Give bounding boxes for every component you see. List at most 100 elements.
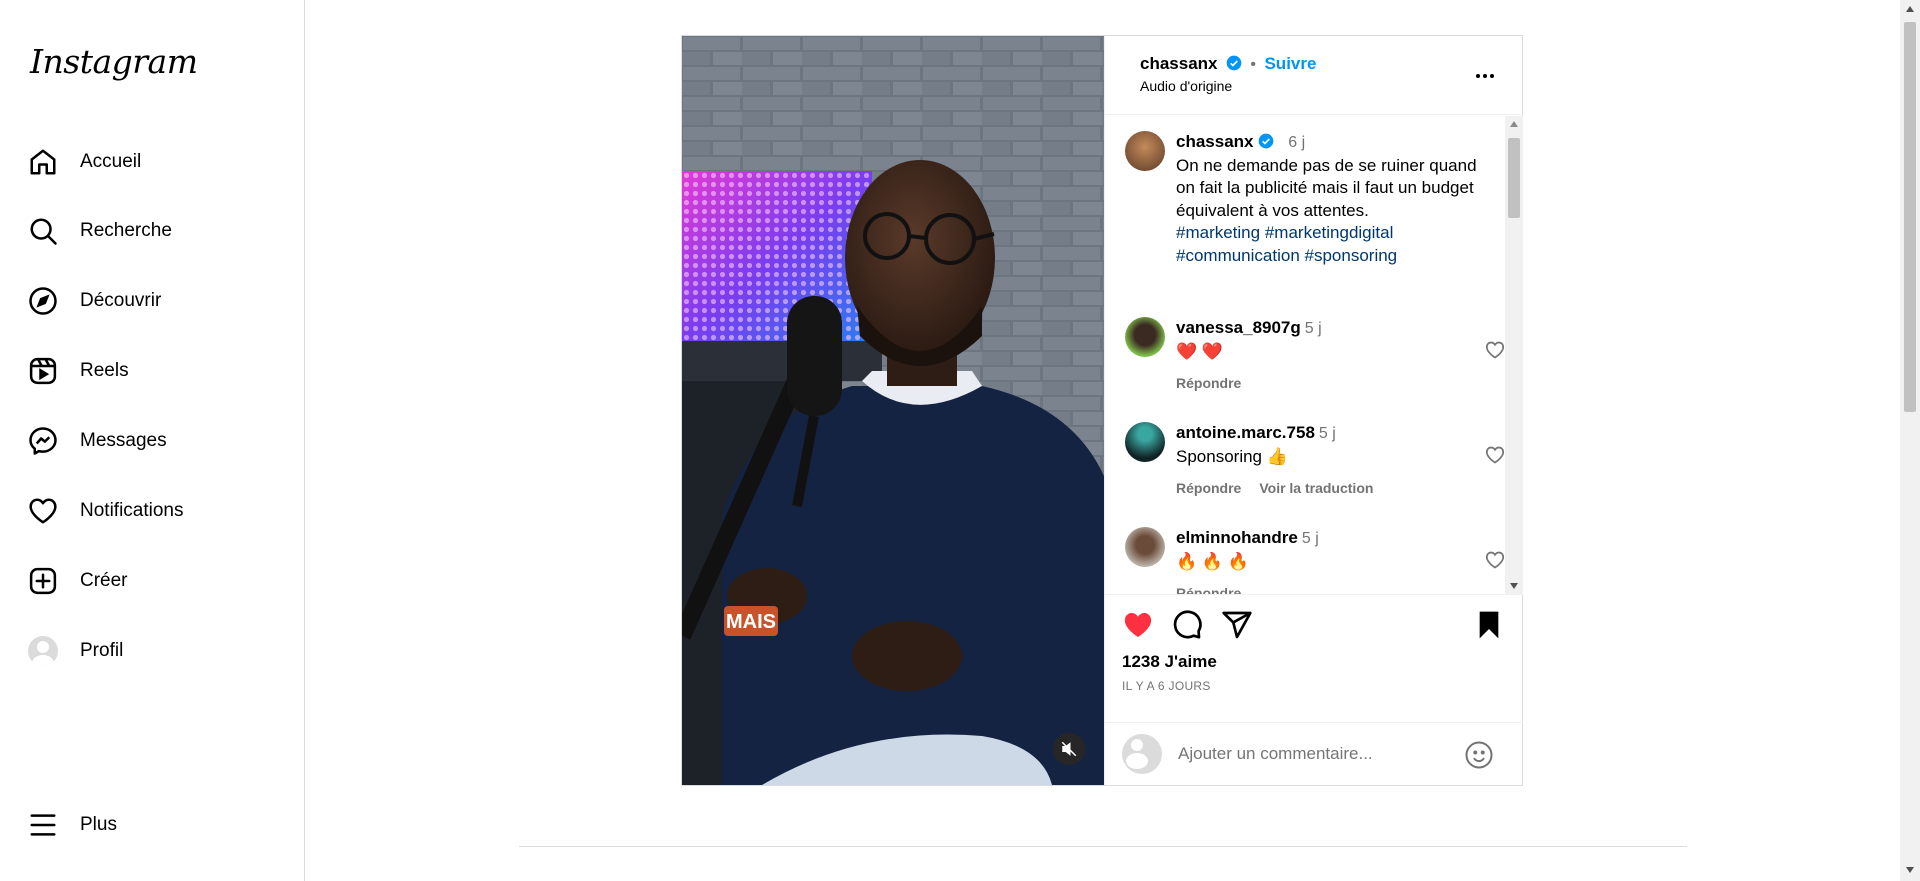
mute-button[interactable] — [1053, 733, 1085, 765]
comment-username[interactable]: elminnohandre — [1176, 528, 1298, 547]
comment-text-block: elminnohandre 5 j 🔥 🔥 🔥 Répondre — [1176, 527, 1491, 594]
author-avatar[interactable] — [1125, 131, 1165, 171]
sidebar-item-notifications[interactable]: Notifications — [28, 488, 288, 534]
comment-input[interactable] — [1178, 741, 1448, 767]
reply-button[interactable]: Répondre — [1176, 375, 1241, 391]
comment-text: ❤️ ❤️ — [1176, 341, 1224, 361]
current-user-avatar — [1122, 734, 1162, 774]
avatar — [28, 636, 58, 666]
page-scrollbar[interactable] — [1900, 0, 1920, 881]
verified-badge-icon — [1258, 133, 1273, 149]
emoji-icon[interactable] — [1464, 740, 1494, 770]
search-icon — [30, 218, 57, 245]
comment-item: antoine.marc.758 5 j Sponsoring 👍 Répondr… — [1125, 422, 1505, 502]
scroll-up-arrow-icon[interactable] — [1906, 6, 1914, 12]
sidebar-item-profil[interactable]: Profil — [28, 628, 288, 674]
saved-bookmark-icon[interactable] — [1473, 609, 1505, 641]
reply-button[interactable]: Répondre — [1176, 585, 1241, 594]
comment-time: 5 j — [1301, 530, 1319, 547]
comment-text: Sponsoring 👍 — [1176, 446, 1288, 466]
sidebar-item-reels[interactable]: Reels — [28, 348, 288, 394]
compass-icon — [29, 287, 57, 315]
scroll-down-arrow-icon[interactable] — [1906, 867, 1914, 873]
sidebar-item-label: Créer — [80, 570, 128, 591]
comments-scrollbar[interactable] — [1505, 116, 1523, 594]
comment-username[interactable]: antoine.marc.758 — [1176, 423, 1315, 442]
post-modal: MAIS chassanx • Suivre Audio d'origine c… — [681, 35, 1523, 786]
reply-button[interactable]: Répondre — [1176, 480, 1241, 496]
comment-item: vanessa_8907g 5 j ❤️ ❤️ Répondre — [1125, 317, 1505, 397]
comment-icon[interactable] — [1171, 609, 1203, 641]
commenter-avatar[interactable] — [1125, 527, 1165, 567]
video-caption-overlay: MAIS — [726, 611, 776, 633]
caption-author[interactable]: chassanx — [1176, 132, 1254, 151]
like-count[interactable]: 1238 J'aime — [1122, 652, 1217, 672]
hashtag-link[interactable]: #marketing — [1176, 223, 1260, 242]
separator-dot: • — [1250, 56, 1257, 73]
sidebar-item-label: Notifications — [80, 500, 184, 521]
comment-item: elminnohandre 5 j 🔥 🔥 🔥 Répondre — [1125, 527, 1505, 594]
sidebar-item-decouvrir[interactable]: Découvrir — [28, 278, 288, 324]
plus-square-icon — [29, 567, 57, 595]
caption-text: On ne demande pas de se ruiner quand on … — [1176, 155, 1477, 220]
post-actions: 1238 J'aime IL Y A 6 JOURS — [1105, 594, 1523, 784]
hashtag-link[interactable]: #communication — [1176, 246, 1300, 265]
comment-username[interactable]: vanessa_8907g — [1176, 318, 1301, 337]
post-header: chassanx • Suivre Audio d'origine — [1105, 36, 1523, 115]
scroll-up-arrow-icon[interactable] — [1510, 121, 1518, 127]
heart-icon — [29, 498, 57, 524]
post-side-panel: chassanx • Suivre Audio d'origine chassa… — [1104, 36, 1523, 785]
sidebar-item-label: Reels — [80, 360, 129, 381]
more-menu-button[interactable]: Plus — [28, 802, 288, 848]
comments-list[interactable]: chassanx 6 j On ne demande pas de se rui… — [1105, 116, 1523, 594]
comment-time: 5 j — [1304, 320, 1322, 337]
caption-time: 6 j — [1288, 134, 1306, 151]
hashtag-link[interactable]: #sponsoring — [1305, 246, 1398, 265]
sidebar-item-label: Accueil — [80, 151, 142, 172]
commenter-avatar[interactable] — [1125, 422, 1165, 462]
add-comment-bar — [1105, 722, 1523, 784]
comment-like-icon[interactable] — [1485, 445, 1505, 465]
comment-time: 5 j — [1318, 425, 1336, 442]
verified-badge-icon — [1226, 55, 1242, 71]
section-divider — [519, 846, 1687, 847]
instagram-logo[interactable]: Instagram — [30, 42, 198, 81]
caption-text-block: chassanx 6 j On ne demande pas de se rui… — [1176, 131, 1491, 267]
scrollbar-thumb[interactable] — [1508, 138, 1520, 218]
sidebar-item-recherche[interactable]: Recherche — [28, 208, 288, 254]
more-options-icon[interactable] — [1473, 64, 1497, 88]
post-author[interactable]: chassanx — [1140, 54, 1218, 73]
comment-text-block: antoine.marc.758 5 j Sponsoring 👍 Répondr… — [1176, 422, 1491, 500]
sidebar-item-messages[interactable]: Messages — [28, 418, 288, 464]
share-icon[interactable] — [1221, 609, 1253, 641]
sidebar-item-label: Recherche — [80, 220, 172, 241]
audio-label[interactable]: Audio d'origine — [1140, 78, 1232, 94]
comment-text: 🔥 🔥 🔥 — [1176, 551, 1249, 571]
reels-icon — [29, 357, 57, 385]
sidebar-item-label: Messages — [80, 430, 167, 451]
sidebar-item-creer[interactable]: Créer — [28, 558, 288, 604]
video-frame: MAIS — [682, 36, 1104, 785]
commenter-avatar[interactable] — [1125, 317, 1165, 357]
comment-like-icon[interactable] — [1485, 550, 1505, 570]
home-icon — [30, 149, 56, 175]
page-scrollbar-thumb[interactable] — [1904, 22, 1916, 412]
scroll-down-arrow-icon[interactable] — [1510, 583, 1518, 589]
comment-text-block: vanessa_8907g 5 j ❤️ ❤️ Répondre — [1176, 317, 1491, 395]
liked-heart-icon[interactable] — [1122, 609, 1154, 641]
post-date: IL Y A 6 JOURS — [1122, 679, 1211, 693]
reel-video[interactable]: MAIS — [682, 36, 1104, 785]
sidebar-item-label: Profil — [80, 640, 124, 661]
follow-button[interactable]: Suivre — [1264, 54, 1316, 73]
hashtag-link[interactable]: #marketingdigital — [1265, 223, 1394, 242]
hamburger-icon — [30, 814, 56, 836]
sidebar: Instagram Accueil Recherche Découvrir Re… — [0, 0, 305, 881]
sidebar-item-accueil[interactable]: Accueil — [28, 139, 288, 185]
caption-row: chassanx 6 j On ne demande pas de se rui… — [1125, 131, 1505, 271]
more-label: Plus — [80, 814, 117, 835]
sidebar-item-label: Découvrir — [80, 290, 162, 311]
see-translation-button[interactable]: Voir la traduction — [1259, 480, 1373, 496]
messenger-icon — [29, 427, 57, 455]
speaker-muted-icon — [1061, 741, 1077, 757]
comment-like-icon[interactable] — [1485, 340, 1505, 360]
